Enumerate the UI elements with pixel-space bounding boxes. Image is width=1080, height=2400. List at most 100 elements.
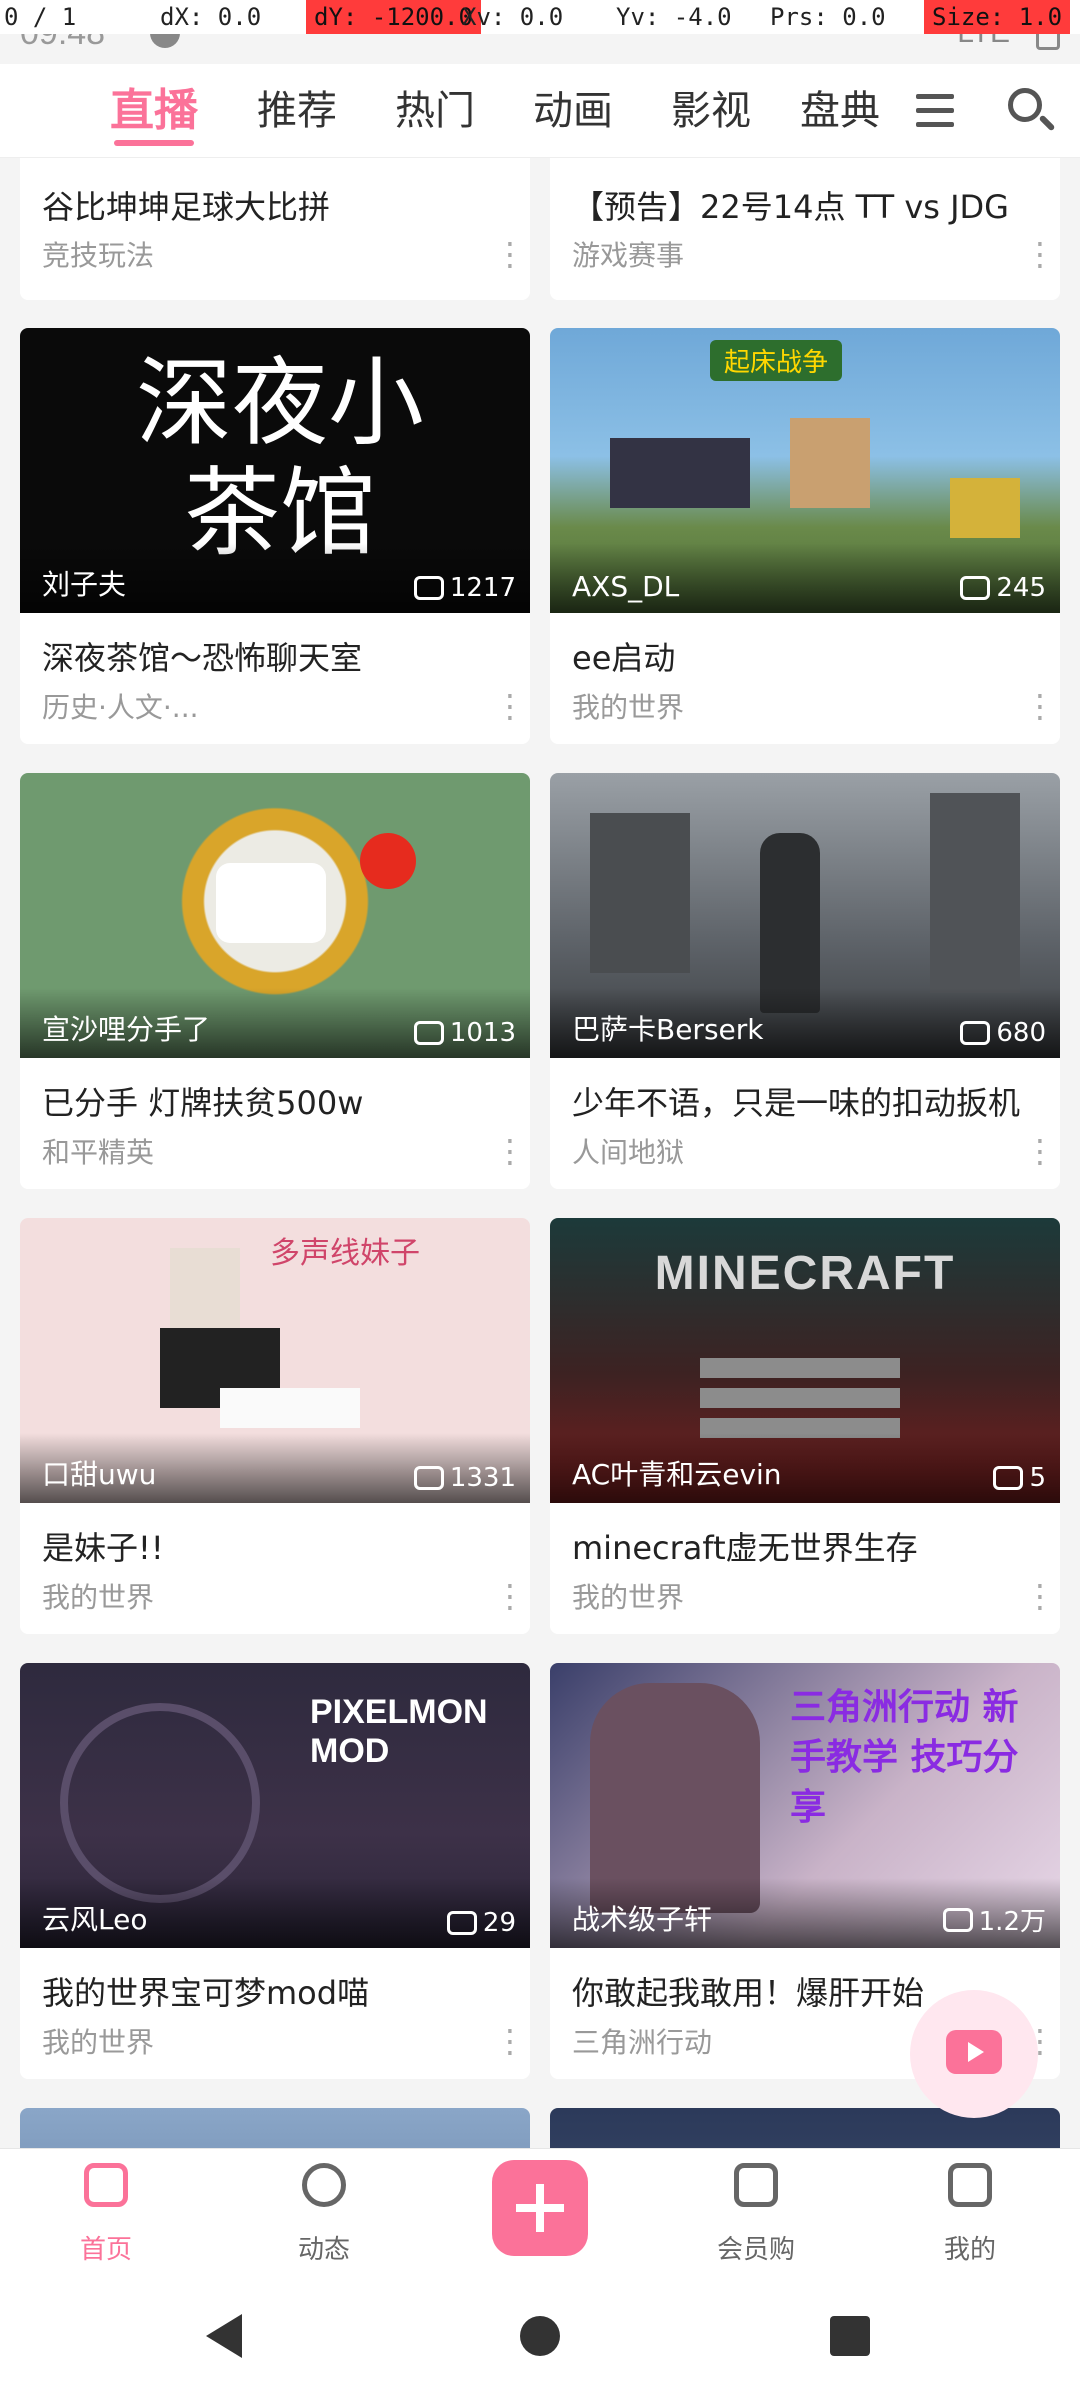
card-category[interactable]: 和平精英 xyxy=(42,1131,154,1171)
card-uploader: 宣沙哩分手了 xyxy=(42,1013,211,1046)
card-viewers: 1.2万 xyxy=(942,1901,1046,1938)
tab-film[interactable]: 影视 xyxy=(642,64,780,158)
live-card[interactable]: 宣沙哩分手了 1013 已分手 灯牌扶贫500w 和平精英 xyxy=(20,773,530,1189)
card-category[interactable]: 游戏赛事 xyxy=(572,234,684,274)
thumbnail-banner: 起床战争 xyxy=(710,340,843,381)
card-more-button[interactable] xyxy=(494,1576,526,1616)
card-uploader: 云风Leo xyxy=(42,1903,148,1936)
live-card[interactable] xyxy=(20,2108,530,2148)
tab-hot[interactable]: 热门 xyxy=(366,64,504,158)
search-button[interactable] xyxy=(990,64,1070,158)
card-thumbnail[interactable]: 起床战争 AXS_DL 245 xyxy=(550,328,1060,613)
card-category[interactable]: 我的世界 xyxy=(572,1576,684,1616)
viewers-icon xyxy=(413,1021,444,1045)
live-card[interactable]: MINECRAFT AC叶青和云evin 5 minecraft虚无世界生存 我… xyxy=(550,1218,1060,1634)
tab-recommend[interactable]: 推荐 xyxy=(228,64,366,158)
live-card[interactable]: 【预告】22号14点 TT vs JDG 游戏赛事 xyxy=(550,158,1060,300)
card-title: 是妹子!! xyxy=(42,1529,164,1567)
card-category[interactable]: 人间地狱 xyxy=(572,1131,684,1171)
card-uploader: AXS_DL xyxy=(572,570,680,603)
recents-icon[interactable] xyxy=(830,2316,870,2356)
debug-xv: Xv: 0.0 xyxy=(462,3,564,31)
pointer-location-overlay: 0 / 1 dX: 0.0 dY: -1200.0 Xv: 0.0 Yv: -4… xyxy=(0,0,1080,34)
live-card[interactable]: 深夜小茶馆 刘子夫 1217 深夜茶馆～恐怖聊天室 历史·人文·... xyxy=(20,328,530,744)
pointer-count: 0 / 1 xyxy=(4,3,77,31)
shop-icon xyxy=(734,2163,778,2207)
card-viewers: 245 xyxy=(960,573,1046,603)
card-thumbnail[interactable] xyxy=(20,2108,530,2148)
menu-button[interactable] xyxy=(900,64,970,158)
viewers-icon xyxy=(960,576,991,600)
dynamic-icon xyxy=(302,2163,346,2207)
viewers-icon xyxy=(993,1466,1024,1490)
viewers-icon xyxy=(446,1911,477,1935)
card-viewers: 1217 xyxy=(413,573,516,603)
publish-button[interactable] xyxy=(492,2160,588,2256)
card-thumbnail[interactable]: 巴萨卡Berserk 680 xyxy=(550,773,1060,1058)
card-viewers: 1331 xyxy=(413,1463,516,1493)
live-feed[interactable]: 谷比坤坤足球大比拼 竞技玩法 【预告】22号14点 TT vs JDG 游戏赛事… xyxy=(0,158,1080,2148)
back-icon[interactable] xyxy=(206,2314,242,2358)
card-category[interactable]: 三角洲行动 xyxy=(572,2021,712,2061)
live-card[interactable]: PIXELMON MOD 云风Leo 29 我的世界宝可梦mod喵 我的世界 xyxy=(20,1663,530,2079)
viewers-icon xyxy=(413,1466,444,1490)
card-more-button[interactable] xyxy=(494,1131,526,1171)
thumbnail-logo: PIXELMON MOD xyxy=(310,1693,488,1770)
card-more-button[interactable] xyxy=(1024,686,1056,726)
live-card[interactable]: 多声线妹子 口甜uwu 1331 是妹子!! 我的世界 xyxy=(20,1218,530,1634)
card-category[interactable]: 我的世界 xyxy=(42,1576,154,1616)
card-thumbnail[interactable]: 三角洲行动 新手教学 技巧分享 战术级子轩 1.2万 xyxy=(550,1663,1060,1948)
card-more-button[interactable] xyxy=(1024,1576,1056,1616)
viewers-icon xyxy=(942,1907,973,1932)
search-icon xyxy=(1008,88,1042,122)
card-category[interactable]: 历史·人文·... xyxy=(42,686,199,726)
card-title: ee启动 xyxy=(572,639,676,677)
live-card[interactable]: 谷比坤坤足球大比拼 竞技玩法 xyxy=(20,158,530,300)
card-title: 【预告】22号14点 TT vs JDG xyxy=(572,188,1009,226)
tab-classic[interactable]: 盘典 xyxy=(780,64,900,158)
card-thumbnail[interactable]: 宣沙哩分手了 1013 xyxy=(20,773,530,1058)
nav-shop[interactable]: 会员购 xyxy=(656,2149,856,2273)
card-title: 我的世界宝可梦mod喵 xyxy=(42,1974,370,2012)
thumbnail-caption: 多声线妹子 xyxy=(270,1236,420,1271)
card-thumbnail[interactable]: 深夜小茶馆 刘子夫 1217 xyxy=(20,328,530,613)
debug-dy: dY: -1200.0 xyxy=(306,0,481,34)
card-title: 已分手 灯牌扶贫500w xyxy=(42,1084,364,1122)
thumbnail-caption: 三角洲行动 新手教学 技巧分享 xyxy=(790,1687,1019,1828)
card-viewers: 5 xyxy=(993,1463,1046,1493)
card-thumbnail[interactable]: 多声线妹子 口甜uwu 1331 xyxy=(20,1218,530,1503)
card-category[interactable]: 我的世界 xyxy=(572,686,684,726)
live-card[interactable]: 巴萨卡Berserk 680 少年不语，只是一味的扣动扳机 人间地狱 xyxy=(550,773,1060,1189)
debug-size: Size: 1.0 xyxy=(924,0,1071,34)
debug-dx: dX: 0.0 xyxy=(160,3,262,31)
home-circle-icon[interactable] xyxy=(520,2316,560,2356)
card-more-button[interactable] xyxy=(494,686,526,726)
card-thumbnail[interactable]: PIXELMON MOD 云风Leo 29 xyxy=(20,1663,530,1948)
card-uploader: 刘子夫 xyxy=(42,568,127,601)
thumbnail-calligraphy: 深夜小茶馆 xyxy=(136,347,424,569)
card-more-button[interactable] xyxy=(1024,234,1056,274)
thumbnail-logo: MINECRAFT xyxy=(654,1247,956,1300)
tab-anime[interactable]: 动画 xyxy=(504,64,642,158)
card-uploader: 口甜uwu xyxy=(42,1458,157,1491)
card-title: minecraft虚无世界生存 xyxy=(572,1529,918,1567)
card-title: 少年不语，只是一味的扣动扳机 xyxy=(572,1084,1021,1122)
nav-profile[interactable]: 我的 xyxy=(870,2149,1070,2273)
debug-prs: Prs: 0.0 xyxy=(770,3,886,31)
live-card[interactable]: 起床战争 AXS_DL 245 ee启动 我的世界 xyxy=(550,328,1060,744)
tv-icon xyxy=(946,2030,1002,2074)
card-category[interactable]: 竞技玩法 xyxy=(42,234,154,274)
card-uploader: AC叶青和云evin xyxy=(572,1458,782,1491)
nav-dynamic[interactable]: 动态 xyxy=(224,2149,424,2273)
nav-home[interactable]: 首页 xyxy=(6,2149,206,2273)
tab-live[interactable]: 直播 xyxy=(84,64,224,158)
system-nav-bar xyxy=(0,2272,1080,2400)
card-category[interactable]: 我的世界 xyxy=(42,2021,154,2061)
card-thumbnail[interactable]: MINECRAFT AC叶青和云evin 5 xyxy=(550,1218,1060,1503)
card-more-button[interactable] xyxy=(494,2021,526,2061)
debug-yv: Yv: -4.0 xyxy=(616,3,732,31)
card-more-button[interactable] xyxy=(494,234,526,274)
card-more-button[interactable] xyxy=(1024,1131,1056,1171)
live-float-button[interactable] xyxy=(910,1990,1038,2118)
card-viewers: 29 xyxy=(446,1908,516,1938)
